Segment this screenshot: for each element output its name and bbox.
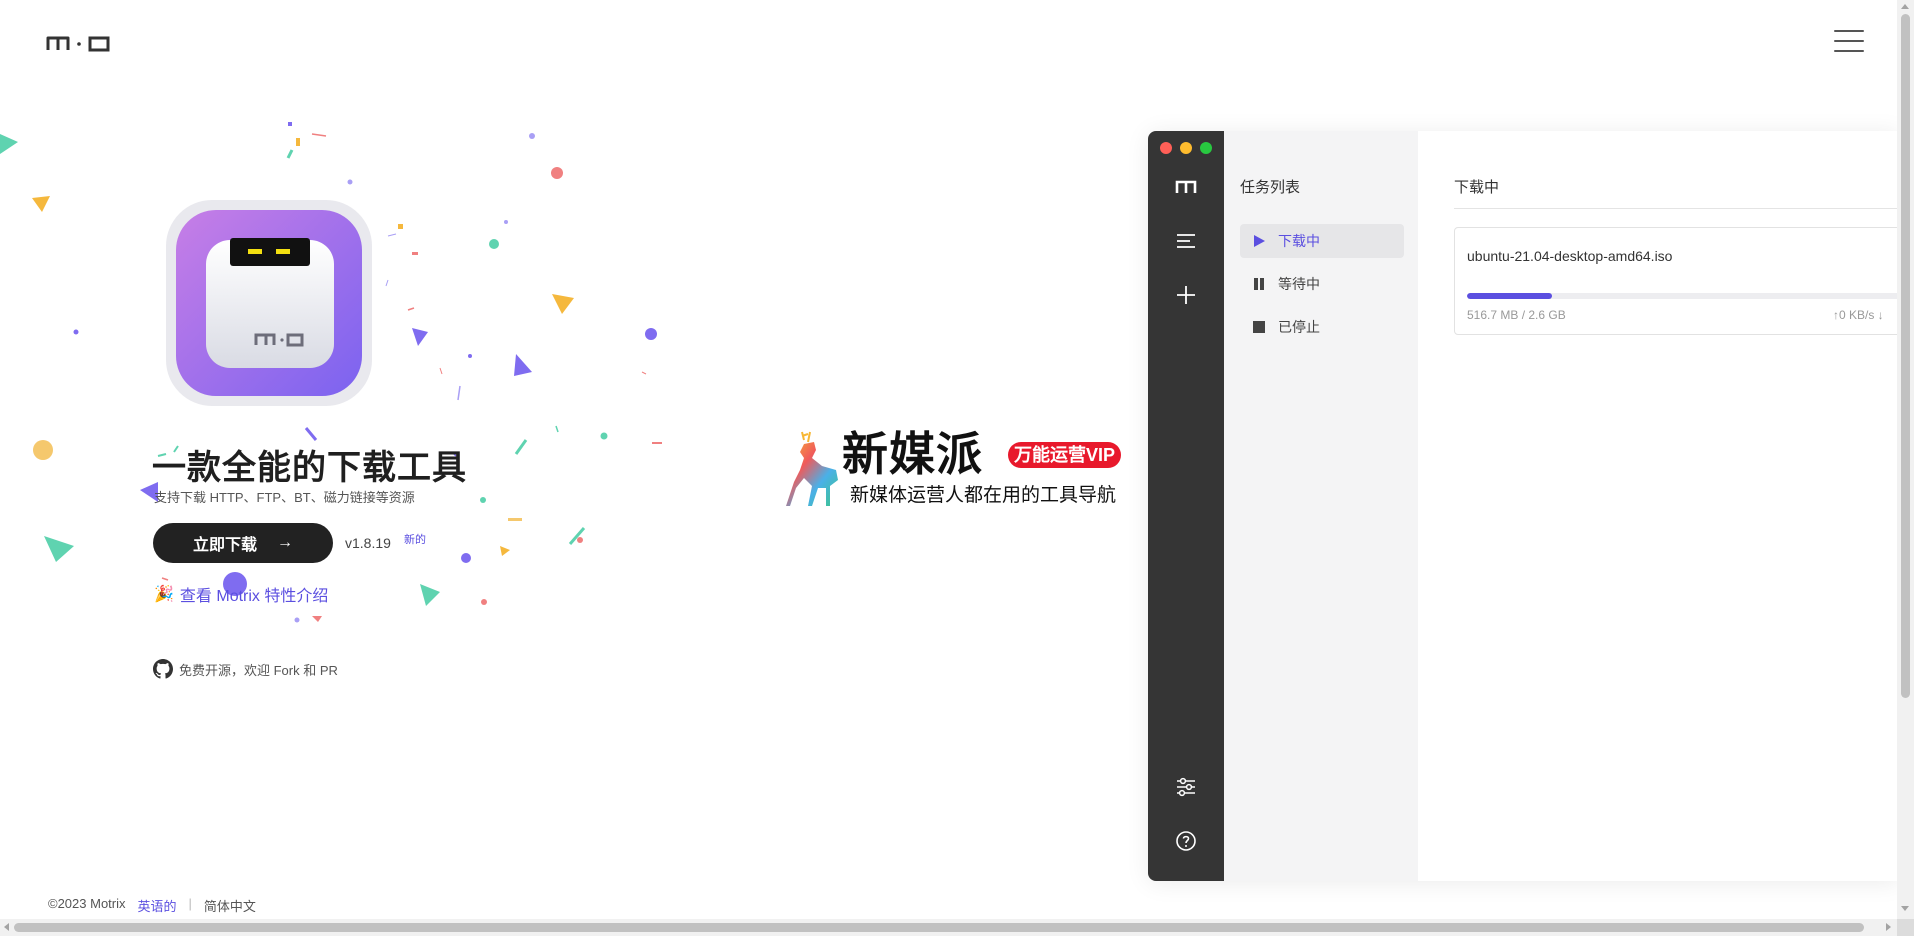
play-icon: [1254, 235, 1265, 247]
deer-logo-icon: [786, 431, 838, 506]
app-preview-sidebar: [1148, 131, 1224, 881]
app-preview-window: 任务列表 下载中 等待中 已停止 下载中 ubuntu-21.04-deskto…: [1148, 131, 1900, 881]
task-list-panel: 任务列表 下载中 等待中 已停止: [1224, 131, 1418, 881]
list-item-label: 等待中: [1278, 276, 1320, 292]
task-list-title: 任务列表: [1240, 179, 1301, 196]
vertical-scrollbar[interactable]: [1897, 0, 1914, 919]
scroll-up-icon[interactable]: [1901, 4, 1909, 9]
vertical-scroll-thumb[interactable]: [1901, 14, 1910, 698]
ad-banner[interactable]: 新媒派 万能运营VIP 新媒体运营人都在用的工具导航: [782, 428, 1134, 510]
footer: ©2023 Motrix 英语的 | 简体中文: [48, 896, 256, 915]
task-list-icon[interactable]: [1174, 229, 1198, 253]
stop-icon: [1253, 321, 1265, 333]
horizontal-scrollbar[interactable]: [0, 919, 1897, 936]
page: 一款全能的下载工具 支持下载 HTTP、FTP、BT、磁力链接等资源 立即下载 …: [0, 0, 1914, 936]
task-detail-panel: 下载中 ubuntu-21.04-desktop-amd64.iso 516.7…: [1418, 131, 1900, 881]
close-window-icon[interactable]: [1160, 142, 1172, 154]
panel-title: 下载中: [1454, 179, 1500, 196]
list-item-stopped[interactable]: 已停止: [1240, 310, 1404, 344]
party-popper-icon: 🎉: [154, 586, 174, 603]
minimize-window-icon[interactable]: [1180, 142, 1192, 154]
hero-subtitle: 支持下载 HTTP、FTP、BT、磁力链接等资源: [154, 490, 415, 505]
list-item-waiting[interactable]: 等待中: [1240, 267, 1404, 301]
list-item-label: 已停止: [1278, 319, 1320, 335]
task-progress-fill: [1467, 293, 1552, 299]
footer-separator: |: [188, 896, 192, 911]
logo-icon: [1175, 180, 1197, 193]
pause-icon: [1254, 278, 1264, 290]
motrix-app-icon: [166, 200, 372, 406]
motrix-logo[interactable]: [46, 30, 112, 54]
add-icon[interactable]: [1174, 283, 1198, 307]
window-controls: [1160, 142, 1212, 154]
ad-brand: 新媒派: [842, 428, 983, 480]
features-link[interactable]: 🎉 查看 Motrix 特性介绍: [154, 582, 328, 606]
list-item-downloading[interactable]: 下载中: [1240, 224, 1404, 258]
hamburger-menu-icon[interactable]: [1834, 28, 1864, 54]
scroll-right-icon[interactable]: [1886, 923, 1891, 931]
divider: [1454, 208, 1900, 209]
open-source-note[interactable]: 免费开源，欢迎 Fork 和 PR: [153, 659, 338, 679]
github-icon: [153, 659, 173, 679]
version-label: v1.8.19: [345, 535, 391, 551]
scroll-down-icon[interactable]: [1901, 906, 1909, 911]
scrollbar-corner: [1897, 919, 1914, 936]
download-button[interactable]: 立即下载 →: [153, 523, 333, 563]
lang-english-link[interactable]: 英语的: [138, 896, 177, 915]
task-card[interactable]: ubuntu-21.04-desktop-amd64.iso 516.7 MB …: [1454, 227, 1900, 335]
maximize-window-icon[interactable]: [1200, 142, 1212, 154]
scroll-left-icon[interactable]: [4, 923, 9, 931]
list-item-label: 下载中: [1278, 233, 1320, 249]
hero-title: 一款全能的下载工具: [152, 449, 467, 487]
settings-icon[interactable]: [1174, 775, 1198, 799]
features-link-label: 查看 Motrix 特性介绍: [179, 588, 329, 605]
task-size: 516.7 MB / 2.6 GB: [1467, 308, 1566, 322]
arrow-right-icon: →: [277, 534, 293, 551]
ad-slogan: 新媒体运营人都在用的工具导航: [850, 485, 1117, 506]
task-speed: ↑0 KB/s ↓: [1833, 308, 1884, 322]
task-name: ubuntu-21.04-desktop-amd64.iso: [1467, 248, 1673, 264]
ad-vip-badge: 万能运营VIP: [1008, 442, 1122, 468]
copyright: ©2023 Motrix: [48, 896, 126, 911]
open-source-text: 免费开源，欢迎 Fork 和 PR: [179, 662, 338, 678]
horizontal-scroll-thumb[interactable]: [14, 923, 1864, 932]
new-badge[interactable]: 新的: [404, 531, 426, 547]
download-button-label: 立即下载: [192, 537, 257, 554]
task-progress-bar: [1467, 293, 1900, 299]
help-icon[interactable]: [1174, 829, 1198, 853]
lang-chinese-link[interactable]: 简体中文: [204, 896, 256, 915]
